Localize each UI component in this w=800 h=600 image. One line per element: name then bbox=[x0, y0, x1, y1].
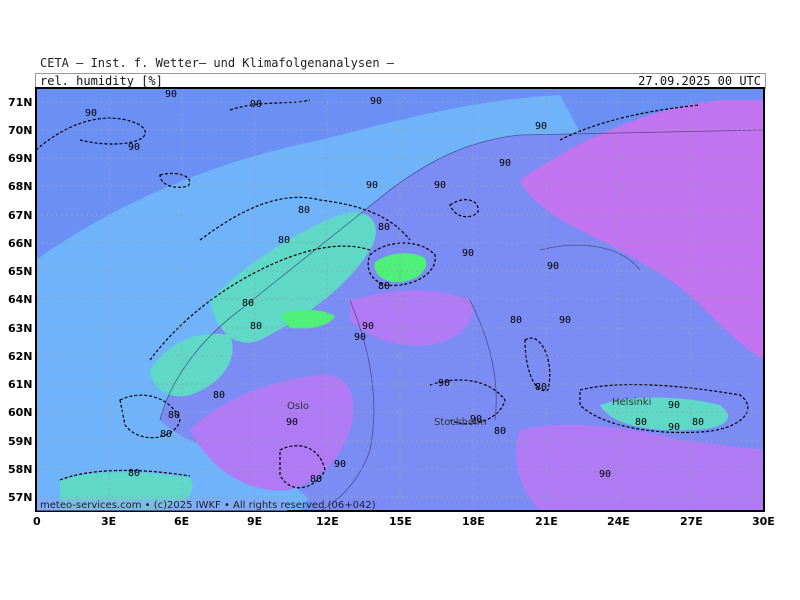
contour-label: 80 bbox=[378, 222, 390, 233]
contour-label: 80 bbox=[242, 298, 254, 309]
contour-label: 90 bbox=[85, 108, 97, 119]
contour-label: 90 bbox=[250, 99, 262, 110]
longitude-axis: 0 3E 6E 9E 12E 15E 18E 21E 24E 27E 30E bbox=[33, 515, 775, 528]
contour-label: 90 bbox=[462, 248, 474, 259]
lat-tick-label: 68N bbox=[8, 180, 33, 193]
contour-label: 90 bbox=[366, 180, 378, 191]
contour-label: 90 bbox=[165, 89, 177, 100]
contour-label: 90 bbox=[438, 378, 450, 389]
map-field: 90 90 90 90 90 90 90 90 90 80 80 80 90 9… bbox=[36, 88, 764, 511]
city-label-oslo: Oslo bbox=[287, 401, 309, 412]
contour-label: 90 bbox=[286, 417, 298, 428]
contour-label: 80 bbox=[278, 235, 290, 246]
lon-tick-label: 27E bbox=[680, 515, 703, 528]
city-label-stockholm: Stockholm bbox=[434, 417, 487, 428]
lon-tick-label: 12E bbox=[316, 515, 339, 528]
lon-tick-label: 3E bbox=[101, 515, 116, 528]
contour-label: 80 bbox=[213, 390, 225, 401]
humidity-map: 90 90 90 90 90 90 90 90 90 80 80 80 90 9… bbox=[8, 87, 775, 528]
contour-label: 80 bbox=[128, 468, 140, 479]
lon-tick-label: 30E bbox=[752, 515, 775, 528]
lon-tick-label: 24E bbox=[607, 515, 630, 528]
contour-label: 80 bbox=[635, 417, 647, 428]
contour-label: 90 bbox=[362, 321, 374, 332]
contour-label: 80 bbox=[168, 410, 180, 421]
contour-label: 90 bbox=[668, 400, 680, 411]
contour-label: 90 bbox=[354, 332, 366, 343]
contour-label: 90 bbox=[370, 96, 382, 107]
contour-label: 90 bbox=[535, 121, 547, 132]
contour-label: 80 bbox=[535, 382, 547, 393]
contour-label: 80 bbox=[250, 321, 262, 332]
lon-tick-label: 6E bbox=[174, 515, 189, 528]
contour-label: 90 bbox=[128, 142, 140, 153]
lat-tick-label: 66N bbox=[8, 237, 33, 250]
contour-label: 90 bbox=[434, 180, 446, 191]
lat-tick-label: 60N bbox=[8, 406, 33, 419]
contour-label: 80 bbox=[160, 429, 172, 440]
lat-tick-label: 71N bbox=[8, 96, 33, 109]
lat-tick-label: 69N bbox=[8, 152, 33, 165]
contour-label: 90 bbox=[668, 422, 680, 433]
lat-tick-label: 57N bbox=[8, 491, 33, 504]
contour-label: 90 bbox=[559, 315, 571, 326]
contour-label: 80 bbox=[310, 474, 322, 485]
lat-tick-label: 63N bbox=[8, 322, 33, 335]
contour-label: 80 bbox=[510, 315, 522, 326]
city-label-helsinki: Helsinki bbox=[612, 397, 651, 408]
lat-tick-label: 65N bbox=[8, 265, 33, 278]
contour-label: 80 bbox=[298, 205, 310, 216]
contour-label: 80 bbox=[378, 281, 390, 292]
lat-tick-label: 59N bbox=[8, 435, 33, 448]
lat-tick-label: 64N bbox=[8, 293, 33, 306]
contour-label: 90 bbox=[599, 469, 611, 480]
lon-tick-label: 0 bbox=[33, 515, 41, 528]
footer-credit: meteo-services.com • (c)2025 IWKF • All … bbox=[40, 500, 376, 511]
latitude-axis: 71N 70N 69N 68N 67N 66N 65N 64N 63N 62N … bbox=[8, 96, 33, 504]
lon-tick-label: 21E bbox=[535, 515, 558, 528]
lon-tick-label: 15E bbox=[389, 515, 412, 528]
lat-tick-label: 58N bbox=[8, 463, 33, 476]
lat-tick-label: 61N bbox=[8, 378, 33, 391]
lat-tick-label: 67N bbox=[8, 209, 33, 222]
contour-label: 90 bbox=[499, 158, 511, 169]
lat-tick-label: 70N bbox=[8, 124, 33, 137]
lon-tick-label: 9E bbox=[247, 515, 262, 528]
contour-label: 90 bbox=[547, 261, 559, 272]
contour-label: 90 bbox=[334, 459, 346, 470]
contour-label: 80 bbox=[692, 417, 704, 428]
contour-label: 80 bbox=[494, 426, 506, 437]
lon-tick-label: 18E bbox=[462, 515, 485, 528]
lat-tick-label: 62N bbox=[8, 350, 33, 363]
